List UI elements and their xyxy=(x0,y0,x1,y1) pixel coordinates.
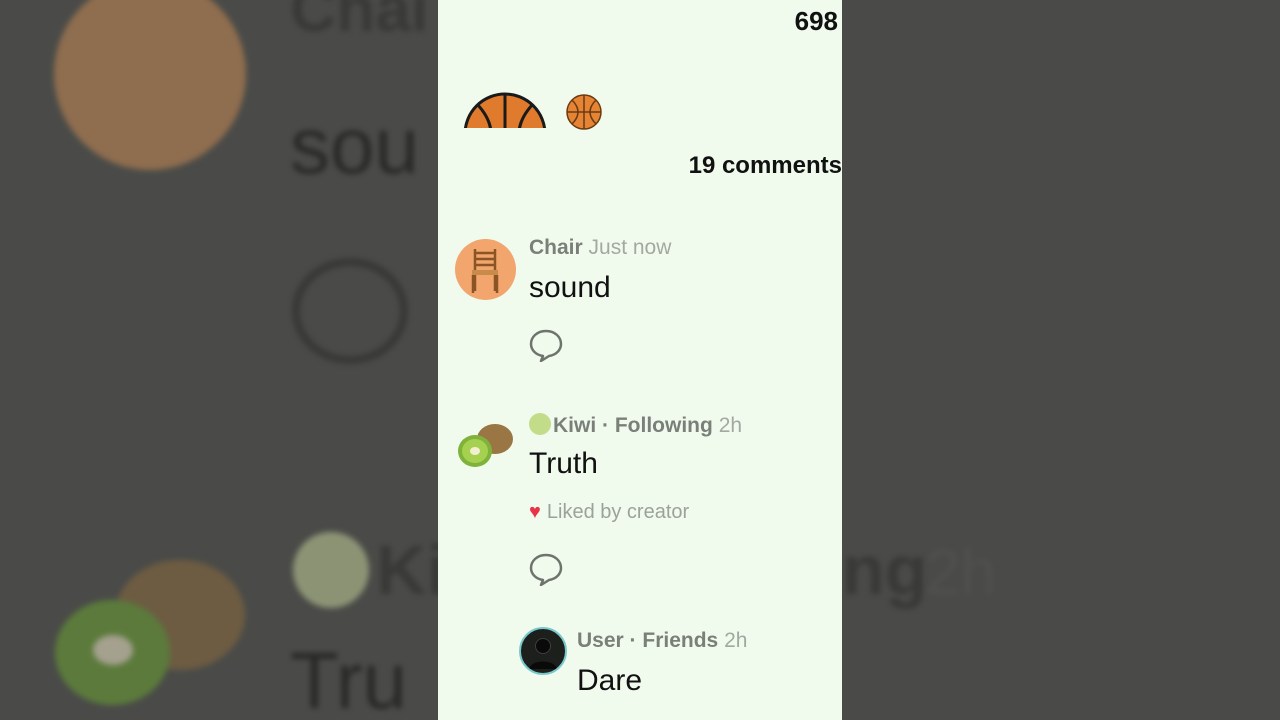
bg-reply-icon xyxy=(292,258,408,364)
comment-meta: Chair Just now xyxy=(529,236,671,260)
comments-panel: 698 19 comments Chair Just now sound Kiw… xyxy=(438,0,842,720)
comment-text: sound xyxy=(529,271,611,304)
basketball-icon[interactable] xyxy=(463,92,547,128)
chair-icon[interactable] xyxy=(455,239,516,300)
user-silhouette-icon[interactable] xyxy=(519,627,567,675)
comment-meta: Kiwi · Following 2h xyxy=(529,413,742,438)
relation-label: Following xyxy=(614,414,713,437)
comment-time: 2h xyxy=(724,629,748,652)
liked-label: Liked by creator xyxy=(546,501,690,523)
comment-text: Dare xyxy=(577,664,643,697)
comment-meta: User · Friends 2h xyxy=(577,629,747,653)
comment-time: Just now xyxy=(588,236,672,259)
bg-name-text-2: Ki xyxy=(376,531,446,609)
comment-text: Truth xyxy=(529,447,598,480)
bg-chair-avatar xyxy=(54,0,246,170)
bg-relation-text: ng xyxy=(842,531,928,609)
heart-icon: ♥ xyxy=(529,501,541,523)
basketball-small-icon[interactable] xyxy=(566,94,602,130)
liked-by-creator: ♥ Liked by creator xyxy=(529,501,689,524)
comments-count: 19 comments xyxy=(688,152,842,179)
kiwi-badge-icon xyxy=(529,413,551,435)
comment-time: 2h xyxy=(718,414,743,437)
bg-comment-text-2: Tru xyxy=(290,636,408,720)
header-count: 698 xyxy=(794,6,838,36)
bg-comment-text: sou xyxy=(290,101,419,190)
relation-label: Friends xyxy=(642,629,719,652)
meta-separator: · xyxy=(602,414,610,437)
comment-author[interactable]: User xyxy=(577,629,624,652)
comment-author[interactable]: Chair xyxy=(529,236,583,259)
bg-time-text: 2h xyxy=(925,536,997,608)
reply-icon[interactable] xyxy=(529,552,563,587)
kiwi-icon[interactable] xyxy=(455,415,516,476)
comment-author[interactable]: Kiwi xyxy=(553,414,596,437)
meta-separator: · xyxy=(629,629,637,652)
bg-kiwi-badge xyxy=(293,532,369,608)
bg-name-text: Chai xyxy=(290,0,429,45)
reply-icon[interactable] xyxy=(529,328,563,363)
bg-kiwi-avatar xyxy=(55,560,245,710)
